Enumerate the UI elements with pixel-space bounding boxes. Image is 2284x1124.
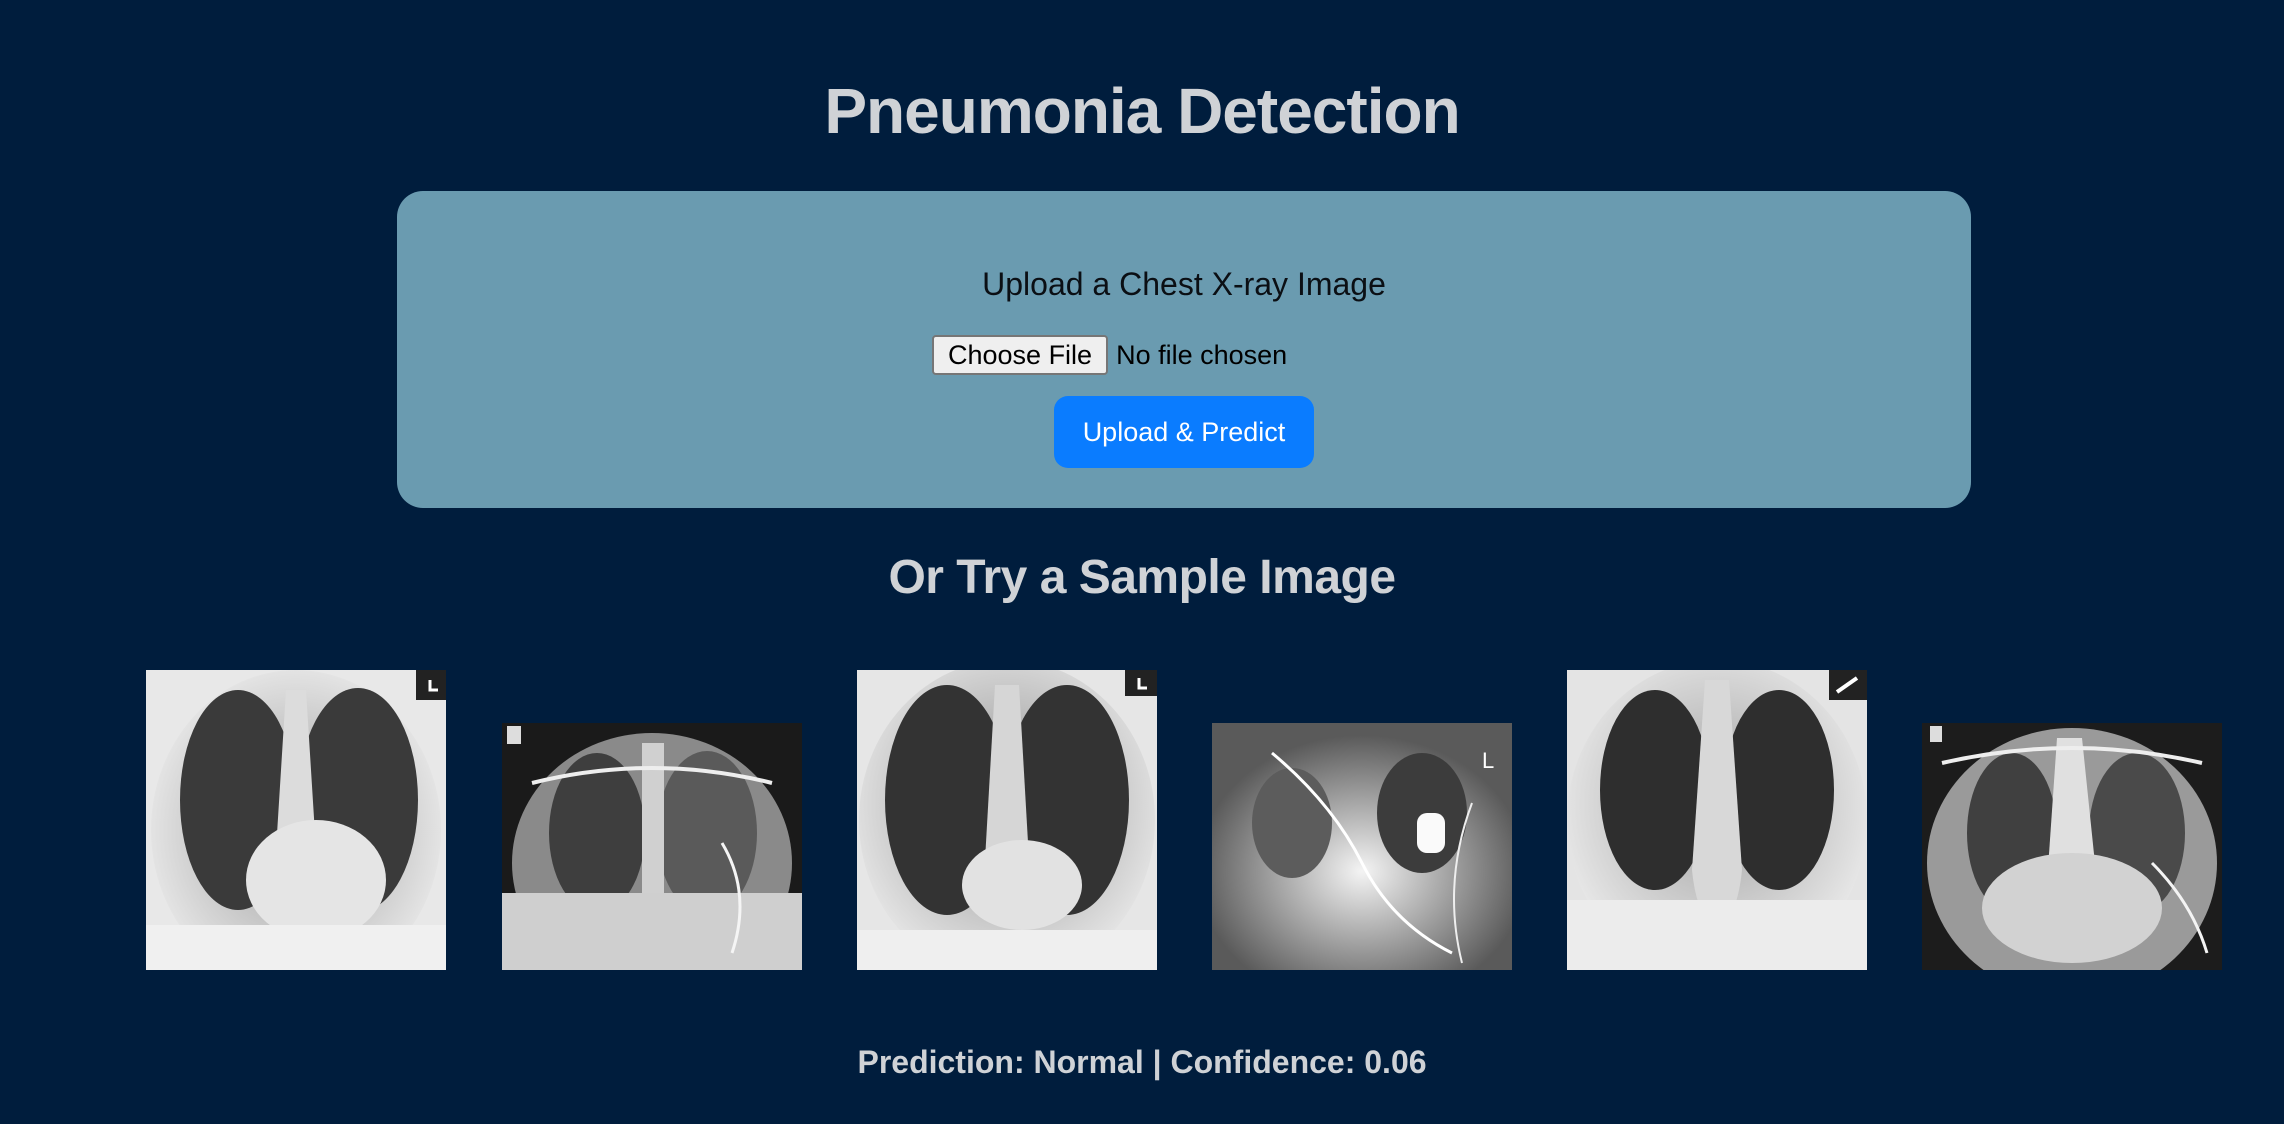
svg-text:L: L	[1482, 748, 1494, 773]
xray-image	[857, 670, 1157, 970]
file-input[interactable]: Choose File No file chosen	[932, 335, 1287, 375]
upload-predict-button[interactable]: Upload & Predict	[1054, 396, 1314, 468]
upload-panel: Upload a Chest X-ray Image Choose File N…	[397, 191, 1971, 508]
upload-heading: Upload a Chest X-ray Image	[982, 266, 1386, 302]
xray-image	[146, 670, 446, 970]
page-title: Pneumonia Detection	[824, 75, 1460, 147]
sample-xray-2[interactable]	[502, 723, 802, 970]
xray-image	[1567, 670, 1867, 970]
sample-xray-4[interactable]: L	[1212, 723, 1512, 970]
sample-xray-3[interactable]	[857, 670, 1157, 970]
xray-image: L	[1212, 723, 1512, 970]
xray-image	[502, 723, 802, 970]
sample-xray-6[interactable]	[1922, 723, 2222, 970]
prediction-result: Prediction: Normal | Confidence: 0.06	[857, 1044, 1427, 1080]
sample-heading: Or Try a Sample Image	[888, 551, 1396, 604]
file-status: No file chosen	[1116, 339, 1288, 370]
xray-image	[1922, 723, 2222, 970]
choose-file-button[interactable]: Choose File	[932, 335, 1109, 375]
sample-xray-1[interactable]	[146, 670, 446, 970]
sample-xray-5[interactable]	[1567, 670, 1867, 970]
